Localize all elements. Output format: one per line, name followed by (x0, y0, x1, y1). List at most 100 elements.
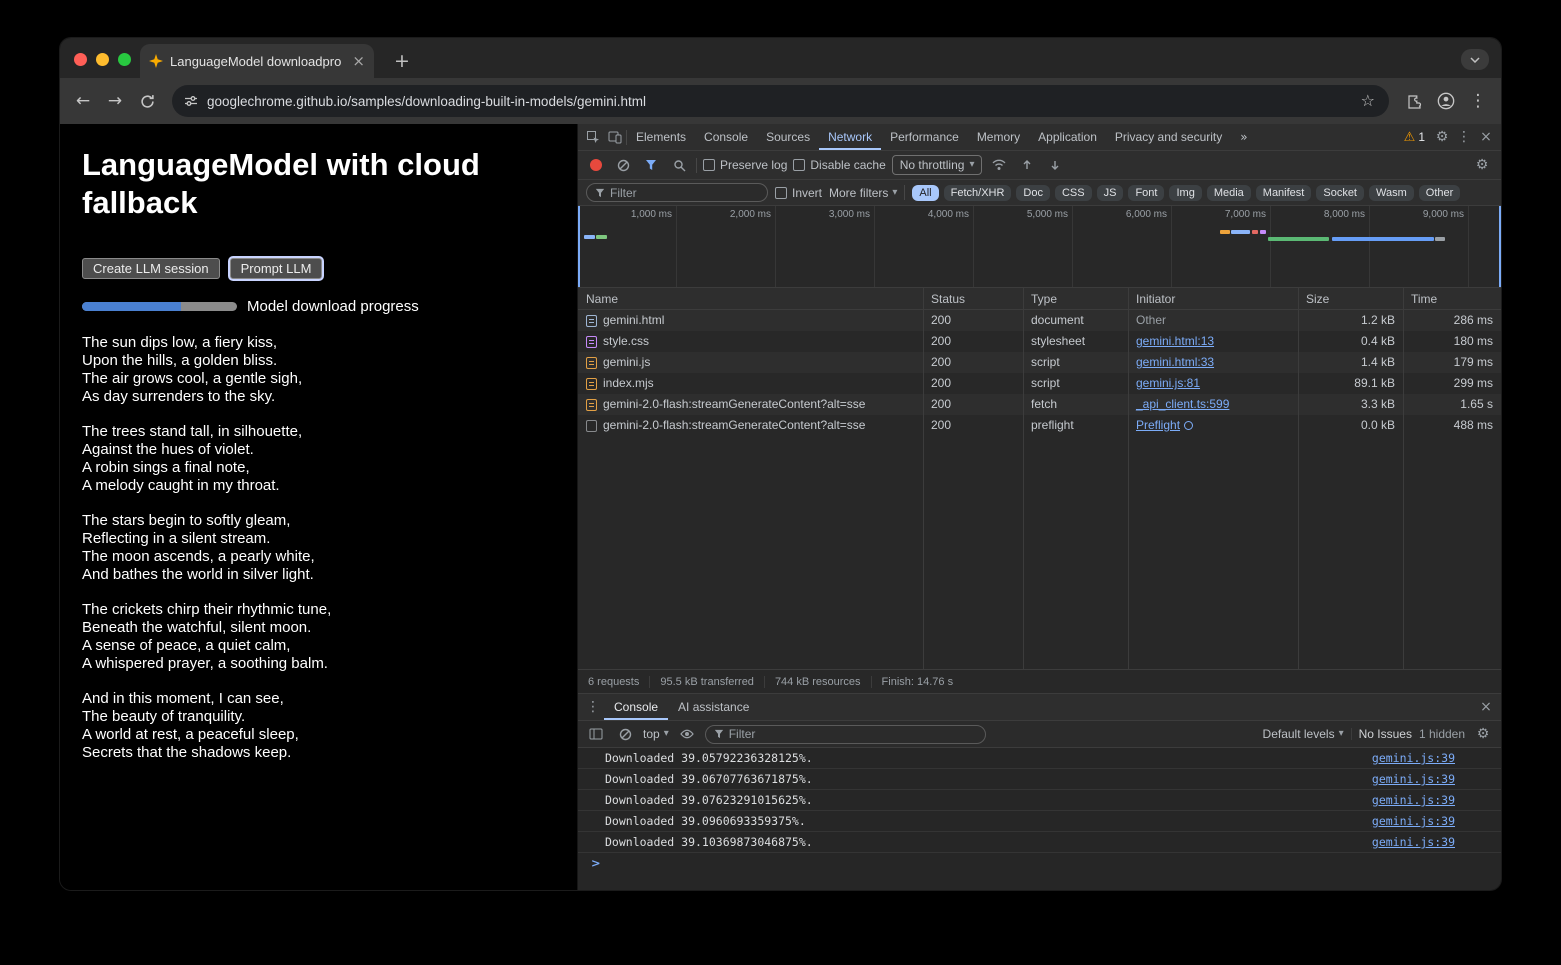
disable-cache-checkbox[interactable] (793, 159, 805, 171)
prompt-llm-button[interactable]: Prompt LLM (230, 258, 323, 279)
column-status[interactable]: Status (923, 288, 1023, 309)
maximize-window-button[interactable] (118, 53, 131, 66)
chip-manifest[interactable]: Manifest (1256, 185, 1312, 201)
console-prompt[interactable]: > (578, 853, 1501, 874)
column-name[interactable]: Name (578, 288, 923, 309)
devtools-tab-console[interactable]: Console (695, 124, 757, 150)
device-toolbar-icon[interactable] (604, 127, 626, 147)
chip-all[interactable]: All (912, 185, 938, 201)
console-message[interactable]: Downloaded 39.05792236328125%. gemini.js… (578, 748, 1501, 769)
initiator-link[interactable]: gemini.html:13 (1136, 334, 1214, 348)
message-source-link[interactable]: gemini.js:39 (1372, 811, 1455, 831)
site-settings-icon[interactable] (184, 94, 198, 108)
invert-filter-toggle[interactable]: Invert (775, 186, 822, 200)
filter-icon[interactable] (640, 155, 662, 175)
console-filter-input[interactable]: Filter (705, 725, 986, 744)
new-tab-button[interactable]: + (390, 52, 414, 71)
chip-css[interactable]: CSS (1055, 185, 1092, 201)
back-button[interactable]: ← (68, 86, 98, 116)
live-expression-eye-icon[interactable] (676, 724, 698, 744)
network-filter-input[interactable]: Filter (586, 183, 768, 202)
chip-img[interactable]: Img (1169, 185, 1201, 201)
network-request-row[interactable]: gemini.html 200 document Other 1.2 kB 28… (578, 310, 1501, 331)
more-tabs-icon[interactable]: » (1231, 124, 1256, 150)
devtools-tab-privacy[interactable]: Privacy and security (1106, 124, 1231, 150)
console-context-selector[interactable]: top ▾ (643, 727, 669, 741)
network-overview-timeline[interactable]: 1,000 ms 2,000 ms 3,000 ms 4,000 ms 5,00… (578, 206, 1501, 288)
drawer-close-icon[interactable]: × (1475, 697, 1497, 717)
export-har-icon[interactable] (1044, 155, 1066, 175)
browser-menu-kebab-icon[interactable]: ⋮ (1463, 86, 1493, 116)
console-message[interactable]: Downloaded 39.07623291015625%. gemini.js… (578, 790, 1501, 811)
console-message[interactable]: Downloaded 39.10369873046875%. gemini.js… (578, 832, 1501, 853)
hidden-messages-count[interactable]: 1 hidden (1419, 727, 1465, 741)
message-source-link[interactable]: gemini.js:39 (1372, 832, 1455, 852)
initiator-link[interactable]: Preflight (1136, 418, 1180, 432)
overview-right-handle[interactable] (1499, 206, 1501, 287)
initiator-link[interactable]: gemini.html:33 (1136, 355, 1214, 369)
drawer-tab-ai-assistance[interactable]: AI assistance (668, 694, 759, 720)
network-request-row[interactable]: gemini-2.0-flash:streamGenerateContent?a… (578, 394, 1501, 415)
devtools-tab-memory[interactable]: Memory (968, 124, 1029, 150)
devtools-tab-network[interactable]: Network (819, 124, 881, 150)
network-conditions-icon[interactable] (988, 155, 1010, 175)
message-source-link[interactable]: gemini.js:39 (1372, 769, 1455, 789)
chip-doc[interactable]: Doc (1016, 185, 1050, 201)
chip-media[interactable]: Media (1207, 185, 1251, 201)
drawer-menu-kebab-icon[interactable]: ⋮ (582, 697, 604, 717)
devtools-close-icon[interactable]: × (1475, 127, 1497, 147)
log-levels-dropdown[interactable]: Default levels ▾ (1263, 727, 1344, 741)
devtools-menu-kebab-icon[interactable]: ⋮ (1453, 127, 1475, 147)
reload-button[interactable] (132, 86, 162, 116)
initiator-link[interactable]: _api_client.ts:599 (1136, 397, 1229, 411)
message-source-link[interactable]: gemini.js:39 (1372, 748, 1455, 768)
extensions-icon[interactable] (1399, 86, 1429, 116)
preserve-log-toggle[interactable]: Preserve log (703, 158, 787, 172)
devtools-tab-application[interactable]: Application (1029, 124, 1106, 150)
clear-console-icon[interactable] (614, 724, 636, 744)
chip-font[interactable]: Font (1128, 185, 1164, 201)
inspect-element-icon[interactable] (582, 127, 604, 147)
drawer-tab-console[interactable]: Console (604, 694, 668, 720)
create-llm-session-button[interactable]: Create LLM session (82, 258, 220, 279)
chip-fetch-xhr[interactable]: Fetch/XHR (944, 185, 1012, 201)
browser-tab[interactable]: LanguageModel downloadpro × (140, 44, 374, 78)
devtools-tab-performance[interactable]: Performance (881, 124, 968, 150)
forward-button[interactable]: → (100, 86, 130, 116)
devtools-tab-sources[interactable]: Sources (757, 124, 819, 150)
devtools-settings-gear-icon[interactable]: ⚙ (1431, 127, 1453, 147)
address-bar[interactable]: googlechrome.github.io/samples/downloadi… (172, 85, 1389, 117)
clear-network-log-icon[interactable] (612, 155, 634, 175)
throttling-select[interactable]: No throttling ▾ (892, 155, 983, 175)
column-time[interactable]: Time (1403, 288, 1501, 309)
message-source-link[interactable]: gemini.js:39 (1372, 790, 1455, 810)
tab-search-button[interactable] (1461, 49, 1489, 70)
network-request-row[interactable]: gemini-2.0-flash:streamGenerateContent?a… (578, 415, 1501, 436)
devtools-tab-elements[interactable]: Elements (627, 124, 695, 150)
chip-js[interactable]: JS (1097, 185, 1124, 201)
more-filters-dropdown[interactable]: More filters ▾ (829, 186, 897, 200)
initiator-link[interactable]: gemini.js:81 (1136, 376, 1200, 390)
column-size[interactable]: Size (1298, 288, 1403, 309)
disable-cache-toggle[interactable]: Disable cache (793, 158, 885, 172)
record-network-log-button[interactable] (590, 159, 602, 171)
chip-socket[interactable]: Socket (1316, 185, 1364, 201)
network-settings-gear-icon[interactable]: ⚙ (1471, 155, 1493, 175)
bookmark-star-icon[interactable]: ☆ (1353, 93, 1383, 109)
issues-status[interactable]: No Issues (1359, 727, 1412, 741)
network-request-row[interactable]: index.mjs 200 script gemini.js:81 89.1 k… (578, 373, 1501, 394)
preflight-info-icon[interactable] (1184, 421, 1193, 430)
close-window-button[interactable] (74, 53, 87, 66)
chip-other[interactable]: Other (1419, 185, 1461, 201)
network-request-row[interactable]: style.css 200 stylesheet gemini.html:13 … (578, 331, 1501, 352)
preserve-log-checkbox[interactable] (703, 159, 715, 171)
import-har-icon[interactable] (1016, 155, 1038, 175)
invert-checkbox[interactable] (775, 187, 787, 199)
console-message[interactable]: Downloaded 39.0960693359375%. gemini.js:… (578, 811, 1501, 832)
search-icon[interactable] (668, 155, 690, 175)
console-settings-gear-icon[interactable]: ⚙ (1472, 724, 1494, 744)
show-console-sidebar-icon[interactable] (585, 724, 607, 744)
network-request-row[interactable]: gemini.js 200 script gemini.html:33 1.4 … (578, 352, 1501, 373)
chip-wasm[interactable]: Wasm (1369, 185, 1414, 201)
profile-avatar[interactable] (1431, 86, 1461, 116)
